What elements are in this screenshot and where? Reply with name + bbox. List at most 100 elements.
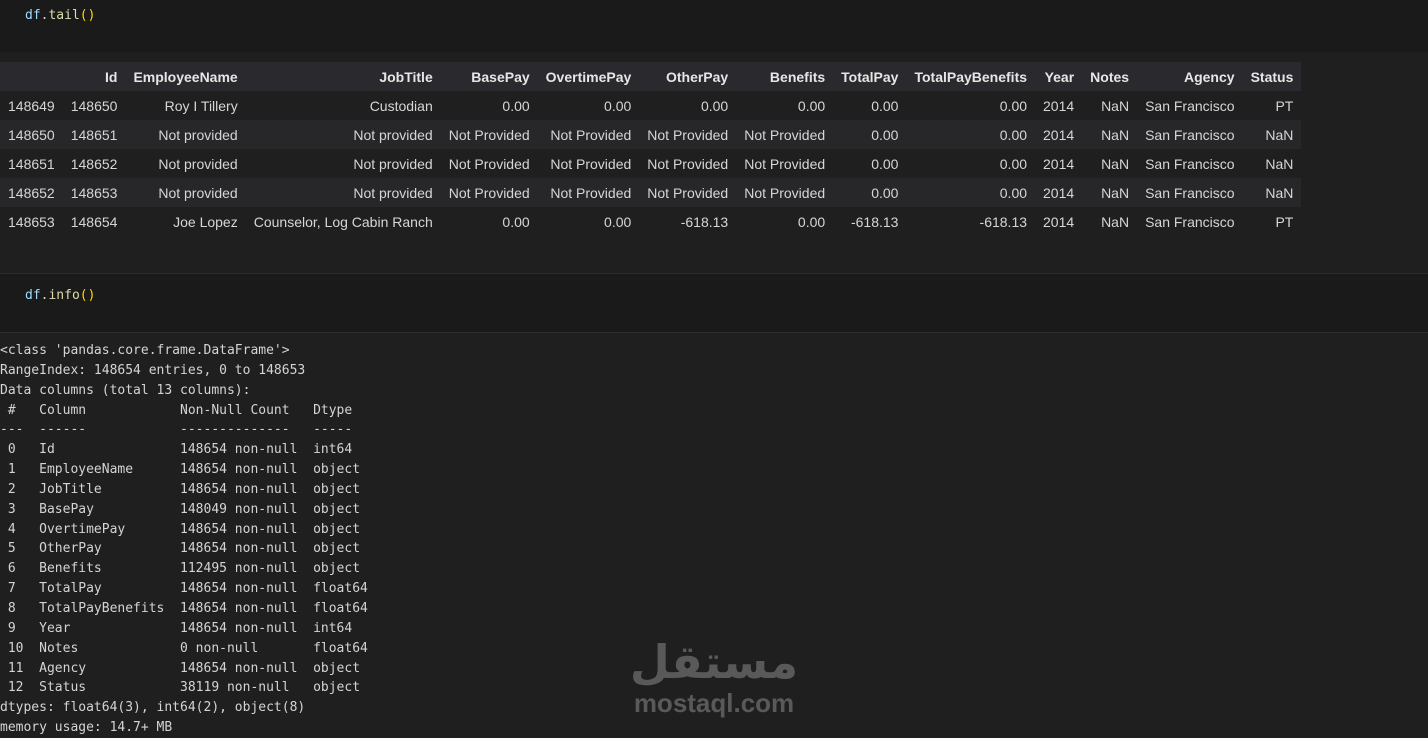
table-row: 148651 148652 Not provided Not provided Not …: [0, 149, 1302, 178]
column-header: Notes: [1090, 68, 1130, 85]
table-cell: Custodian: [369, 97, 433, 114]
table-row: 148652 148653 Not provided Not provided Not …: [0, 178, 1302, 207]
table-cell: 0.00: [999, 184, 1028, 201]
table-cell: 0.00: [871, 97, 899, 114]
table-cell: Not Provided: [550, 126, 632, 143]
table-cell: 148651: [70, 126, 118, 143]
table-cell: San Francisco: [1145, 184, 1235, 201]
output-line: 4 OvertimePay 148654 non-null object: [0, 521, 368, 537]
column-header: Year: [1044, 68, 1075, 85]
table-body: 148649 148650 Roy I Tillery Custodian 0.00 0.…: [0, 91, 1302, 236]
row-index: 148653: [8, 213, 55, 230]
column-header: BasePay: [471, 68, 530, 85]
table-cell: Not provided: [158, 184, 238, 201]
output-line: 9 Year 148654 non-null int64: [0, 620, 368, 636]
code-cell-tail[interactable]: df.tail(): [0, 0, 1428, 53]
table-cell: Not Provided: [550, 184, 632, 201]
output-line: 7 TotalPay 148654 non-null float64: [0, 581, 368, 597]
code-object: df: [25, 288, 41, 303]
table-cell: 0.00: [871, 184, 899, 201]
code-parens: (): [79, 288, 96, 303]
column-header: TotalPayBenefits: [914, 68, 1028, 85]
table-cell: San Francisco: [1145, 213, 1235, 230]
table-cell: Not Provided: [550, 155, 632, 172]
table-cell: -618.13: [979, 213, 1028, 230]
table-row: 148649 148650 Roy I Tillery Custodian 0.00 0.…: [0, 91, 1302, 120]
column-header: JobTitle: [379, 68, 433, 85]
table-cell: 0.00: [502, 213, 530, 230]
output-line: # Column Non-Null Count Dtype: [0, 402, 368, 418]
table-cell: -618.13: [680, 213, 729, 230]
table-cell: 0.00: [604, 213, 632, 230]
table-cell: Not provided: [158, 155, 238, 172]
watermark-arabic-text: مستقل: [629, 635, 799, 689]
table-cell: 0.00: [700, 97, 729, 114]
table-cell: 2014: [1043, 184, 1075, 201]
code-function: info: [48, 288, 80, 303]
table-cell: 148652: [70, 155, 118, 172]
code-line[interactable]: df.tail(): [25, 8, 95, 23]
table-cell: 0.00: [871, 155, 899, 172]
table-cell: 2014: [1043, 97, 1075, 114]
output-line: 1 EmployeeName 148654 non-null object: [0, 462, 368, 478]
table-cell: 0.00: [604, 97, 632, 114]
table-row: 148650 148651 Not provided Not provided Not …: [0, 120, 1302, 149]
row-index: 148651: [8, 155, 55, 172]
code-parens: (): [79, 8, 96, 23]
table-cell: Not provided: [353, 155, 433, 172]
code-cell-info[interactable]: df.info(): [0, 273, 1428, 333]
row-index: 148652: [8, 184, 55, 201]
table-cell: NaN: [1101, 155, 1130, 172]
table-cell: Not provided: [353, 184, 433, 201]
table-cell: 0.00: [999, 155, 1028, 172]
table-cell: NaN: [1101, 126, 1130, 143]
table-cell: 0.00: [502, 97, 530, 114]
table-cell: Not Provided: [448, 184, 530, 201]
table-cell: 148650: [70, 97, 118, 114]
output-line: --- ------ -------------- -----: [0, 422, 368, 438]
table-cell: 0.00: [871, 126, 899, 143]
output-line: 10 Notes 0 non-null float64: [0, 640, 368, 656]
table-cell: PT: [1275, 213, 1294, 230]
table-cell: 0.00: [999, 126, 1028, 143]
table-cell: 2014: [1043, 213, 1075, 230]
table-cell: Not Provided: [647, 126, 729, 143]
column-header: Benefits: [769, 68, 826, 85]
column-header: Status: [1250, 68, 1294, 85]
table-cell: San Francisco: [1145, 155, 1235, 172]
table-cell: NaN: [1101, 184, 1130, 201]
table-cell: NaN: [1101, 97, 1130, 114]
table-cell: Not Provided: [744, 155, 826, 172]
table-cell: 2014: [1043, 126, 1075, 143]
output-line: memory usage: 14.7+ MB: [0, 720, 173, 736]
table-cell: 148654: [70, 213, 118, 230]
table-cell: Not Provided: [647, 184, 729, 201]
table-cell: San Francisco: [1145, 97, 1235, 114]
output-line: 3 BasePay 148049 non-null object: [0, 501, 368, 517]
table-cell: Not Provided: [744, 126, 826, 143]
row-index: 148650: [8, 126, 55, 143]
column-header: OtherPay: [665, 68, 729, 85]
output-line: 11 Agency 148654 non-null object: [0, 660, 368, 676]
table-cell: NaN: [1101, 213, 1130, 230]
column-header: Id: [104, 68, 118, 85]
table-row: 148653 148654 Joe Lopez Counselor, Log Cabi…: [0, 207, 1302, 236]
watermark-latin-text: mostaql.com: [633, 688, 795, 718]
output-line: 5 OtherPay 148654 non-null object: [0, 541, 368, 557]
mostaql-watermark: مستقل mostaql.com: [628, 636, 800, 720]
column-header: EmployeeName: [133, 68, 238, 85]
info-output: <class 'pandas.core.frame.DataFrame'> Ra…: [0, 341, 368, 738]
table-cell: -618.13: [850, 213, 899, 230]
column-header: [0, 62, 63, 91]
code-line[interactable]: df.info(): [25, 288, 95, 303]
output-line: 8 TotalPayBenefits 148654 non-null float…: [0, 600, 368, 616]
table-cell: Not Provided: [448, 155, 530, 172]
table-cell: San Francisco: [1145, 126, 1235, 143]
code-function: tail: [48, 8, 80, 23]
table-cell: Not provided: [158, 126, 238, 143]
output-line: 12 Status 38119 non-null object: [0, 680, 368, 696]
output-line: 2 JobTitle 148654 non-null object: [0, 481, 368, 497]
table-cell: Not Provided: [744, 184, 826, 201]
table-cell: Not Provided: [647, 155, 729, 172]
column-header: Agency: [1183, 68, 1235, 85]
